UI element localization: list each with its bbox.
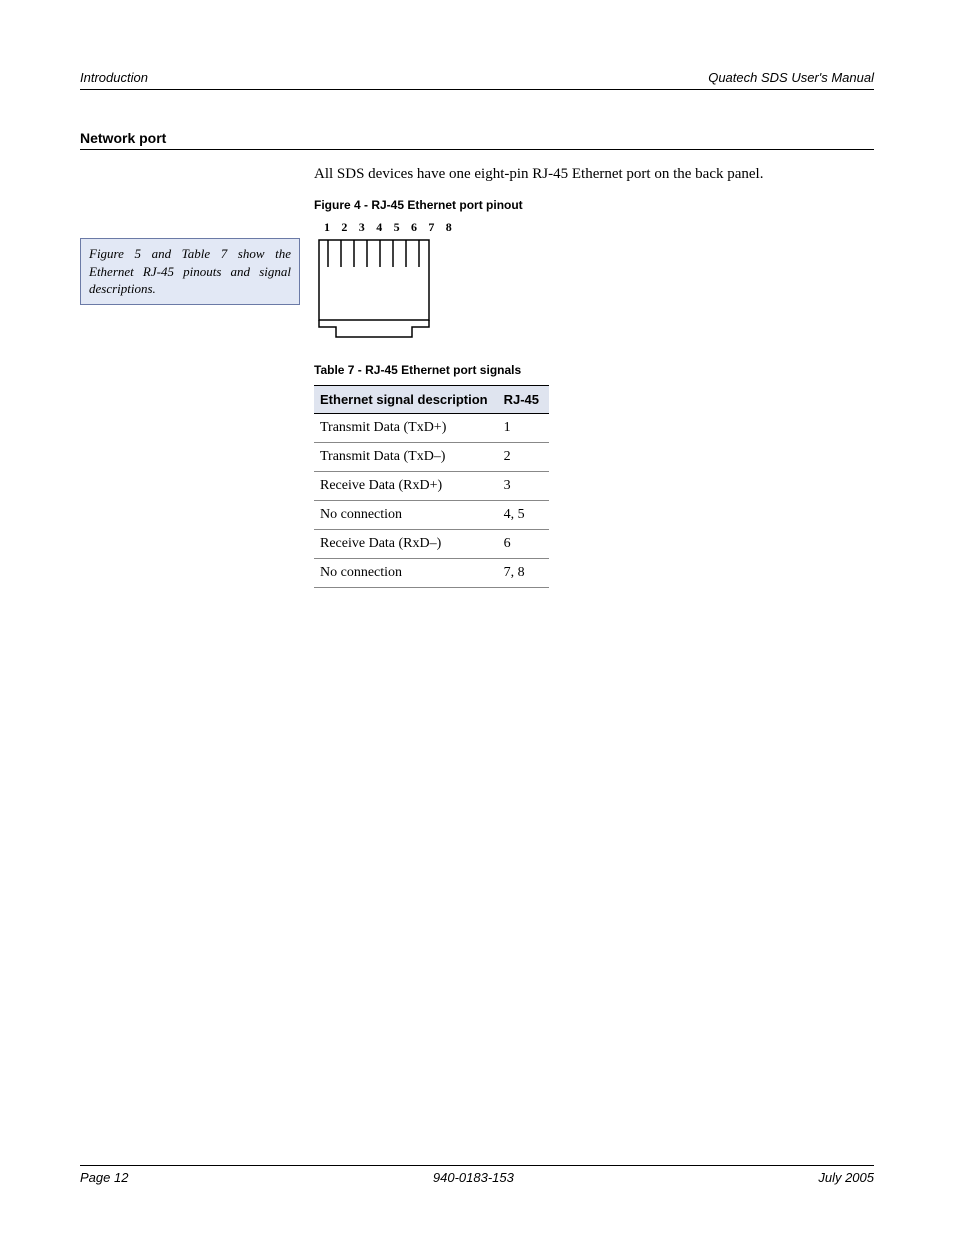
footer-center: 940-0183-153	[433, 1170, 514, 1185]
rj45-figure: 1 2 3 4 5 6 7 8	[314, 220, 874, 345]
signals-table: Ethernet signal description RJ-45 Transm…	[314, 385, 549, 588]
body-area: Figure 5 and Table 7 show the Ethernet R…	[80, 164, 874, 588]
footer-right: July 2005	[818, 1170, 874, 1185]
header-left: Introduction	[80, 70, 148, 85]
figure-caption: Figure 4 - RJ-45 Ethernet port pinout	[314, 198, 874, 212]
table-row: Receive Data (RxD+) 3	[314, 472, 549, 501]
page: Introduction Quatech SDS User's Manual N…	[0, 0, 954, 1235]
header-right: Quatech SDS User's Manual	[708, 70, 874, 85]
table-header-row: Ethernet signal description RJ-45	[314, 386, 549, 414]
page-footer: Page 12 940-0183-153 July 2005	[80, 1165, 874, 1185]
cell-pin: 6	[498, 530, 549, 559]
th-pin: RJ-45	[498, 386, 549, 414]
cell-pin: 7, 8	[498, 559, 549, 588]
cell-desc: Transmit Data (TxD–)	[314, 443, 498, 472]
pin-labels: 1 2 3 4 5 6 7 8	[324, 220, 874, 235]
cell-desc: No connection	[314, 559, 498, 588]
cell-desc: No connection	[314, 501, 498, 530]
table-row: No connection 4, 5	[314, 501, 549, 530]
cell-desc: Transmit Data (TxD+)	[314, 414, 498, 443]
cell-pin: 2	[498, 443, 549, 472]
page-header: Introduction Quatech SDS User's Manual	[80, 70, 874, 90]
cell-pin: 3	[498, 472, 549, 501]
cell-pin: 4, 5	[498, 501, 549, 530]
th-desc: Ethernet signal description	[314, 386, 498, 414]
footer-left: Page 12	[80, 1170, 128, 1185]
callout-box: Figure 5 and Table 7 show the Ethernet R…	[80, 238, 300, 305]
section-title: Network port	[80, 130, 874, 150]
table-caption: Table 7 - RJ-45 Ethernet port signals	[314, 363, 874, 377]
right-column: All SDS devices have one eight-pin RJ-45…	[300, 164, 874, 588]
table-row: Transmit Data (TxD+) 1	[314, 414, 549, 443]
table-row: No connection 7, 8	[314, 559, 549, 588]
intro-paragraph: All SDS devices have one eight-pin RJ-45…	[314, 164, 874, 184]
rj45-connector-icon	[314, 235, 444, 345]
cell-pin: 1	[498, 414, 549, 443]
table-row: Transmit Data (TxD–) 2	[314, 443, 549, 472]
table-row: Receive Data (RxD–) 6	[314, 530, 549, 559]
cell-desc: Receive Data (RxD+)	[314, 472, 498, 501]
left-column: Figure 5 and Table 7 show the Ethernet R…	[80, 164, 300, 305]
cell-desc: Receive Data (RxD–)	[314, 530, 498, 559]
